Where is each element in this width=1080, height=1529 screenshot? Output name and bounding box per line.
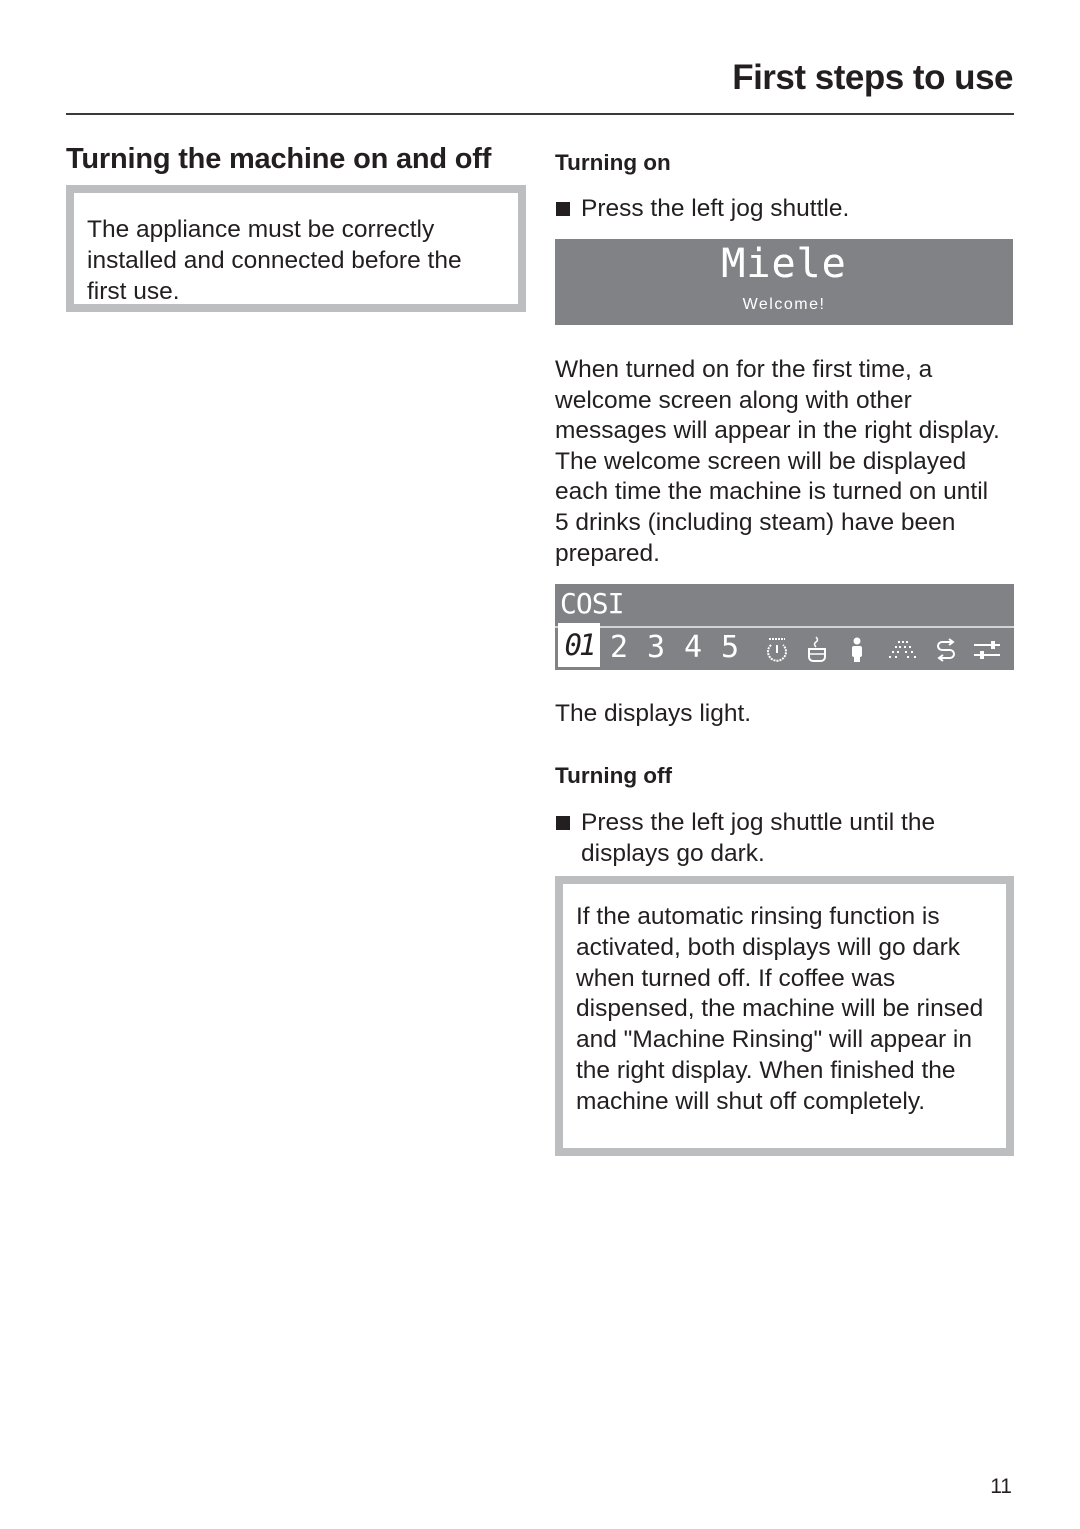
power-icon xyxy=(767,638,787,662)
turning-on-step-text: Press the left jog shuttle. xyxy=(581,195,850,222)
status-display-bottom-row: 01 2 3 4 5 xyxy=(555,623,1014,670)
status-display: COSI 01 2 3 4 5 xyxy=(555,584,1014,670)
mode-label: COSI xyxy=(560,587,624,620)
cup-number: 2 xyxy=(610,630,629,665)
cup-number: 4 xyxy=(684,630,703,665)
person-profile-icon xyxy=(852,637,862,662)
section-title: Turning the machine on and off xyxy=(66,143,492,175)
turning-on-result: The displays light. xyxy=(555,700,752,727)
header-divider xyxy=(66,113,1014,115)
cup-number: 3 xyxy=(647,630,666,665)
settings-sliders-icon xyxy=(974,641,1000,659)
welcome-display: Miele Welcome! xyxy=(555,239,1013,325)
installation-note-box: The appliance must be correctly installe… xyxy=(66,185,526,312)
page-number: 11 xyxy=(990,1475,1012,1498)
page-header-title: First steps to use xyxy=(732,58,1013,97)
status-display-top-row: COSI xyxy=(555,584,1014,628)
turning-on-heading: Turning on xyxy=(555,150,671,175)
turning-off-step: Press the left jog shuttle until the dis… xyxy=(556,807,976,869)
spray-lighting-icon xyxy=(889,641,916,658)
rinsing-note-text: If the automatic rinsing function is act… xyxy=(576,903,984,1115)
turning-off-step-text: Press the left jog shuttle until the dis… xyxy=(581,809,936,867)
rinsing-note-box: If the automatic rinsing function is act… xyxy=(555,876,1014,1156)
turning-on-description: When turned on for the first time, a wel… xyxy=(555,356,1000,567)
rinse-cycle-icon xyxy=(937,638,955,662)
bullet-square-icon xyxy=(556,816,570,830)
welcome-message: Welcome! xyxy=(742,296,826,313)
installation-note-text: The appliance must be correctly installe… xyxy=(87,216,462,305)
selected-cup-number: 01 xyxy=(558,623,600,667)
cup-number: 5 xyxy=(721,630,740,665)
bullet-square-icon xyxy=(556,202,570,216)
turning-on-step: Press the left jog shuttle. xyxy=(556,193,849,224)
turning-off-heading: Turning off xyxy=(555,763,673,788)
hot-water-cup-icon xyxy=(808,636,826,662)
miele-logo: Miele xyxy=(721,241,847,287)
